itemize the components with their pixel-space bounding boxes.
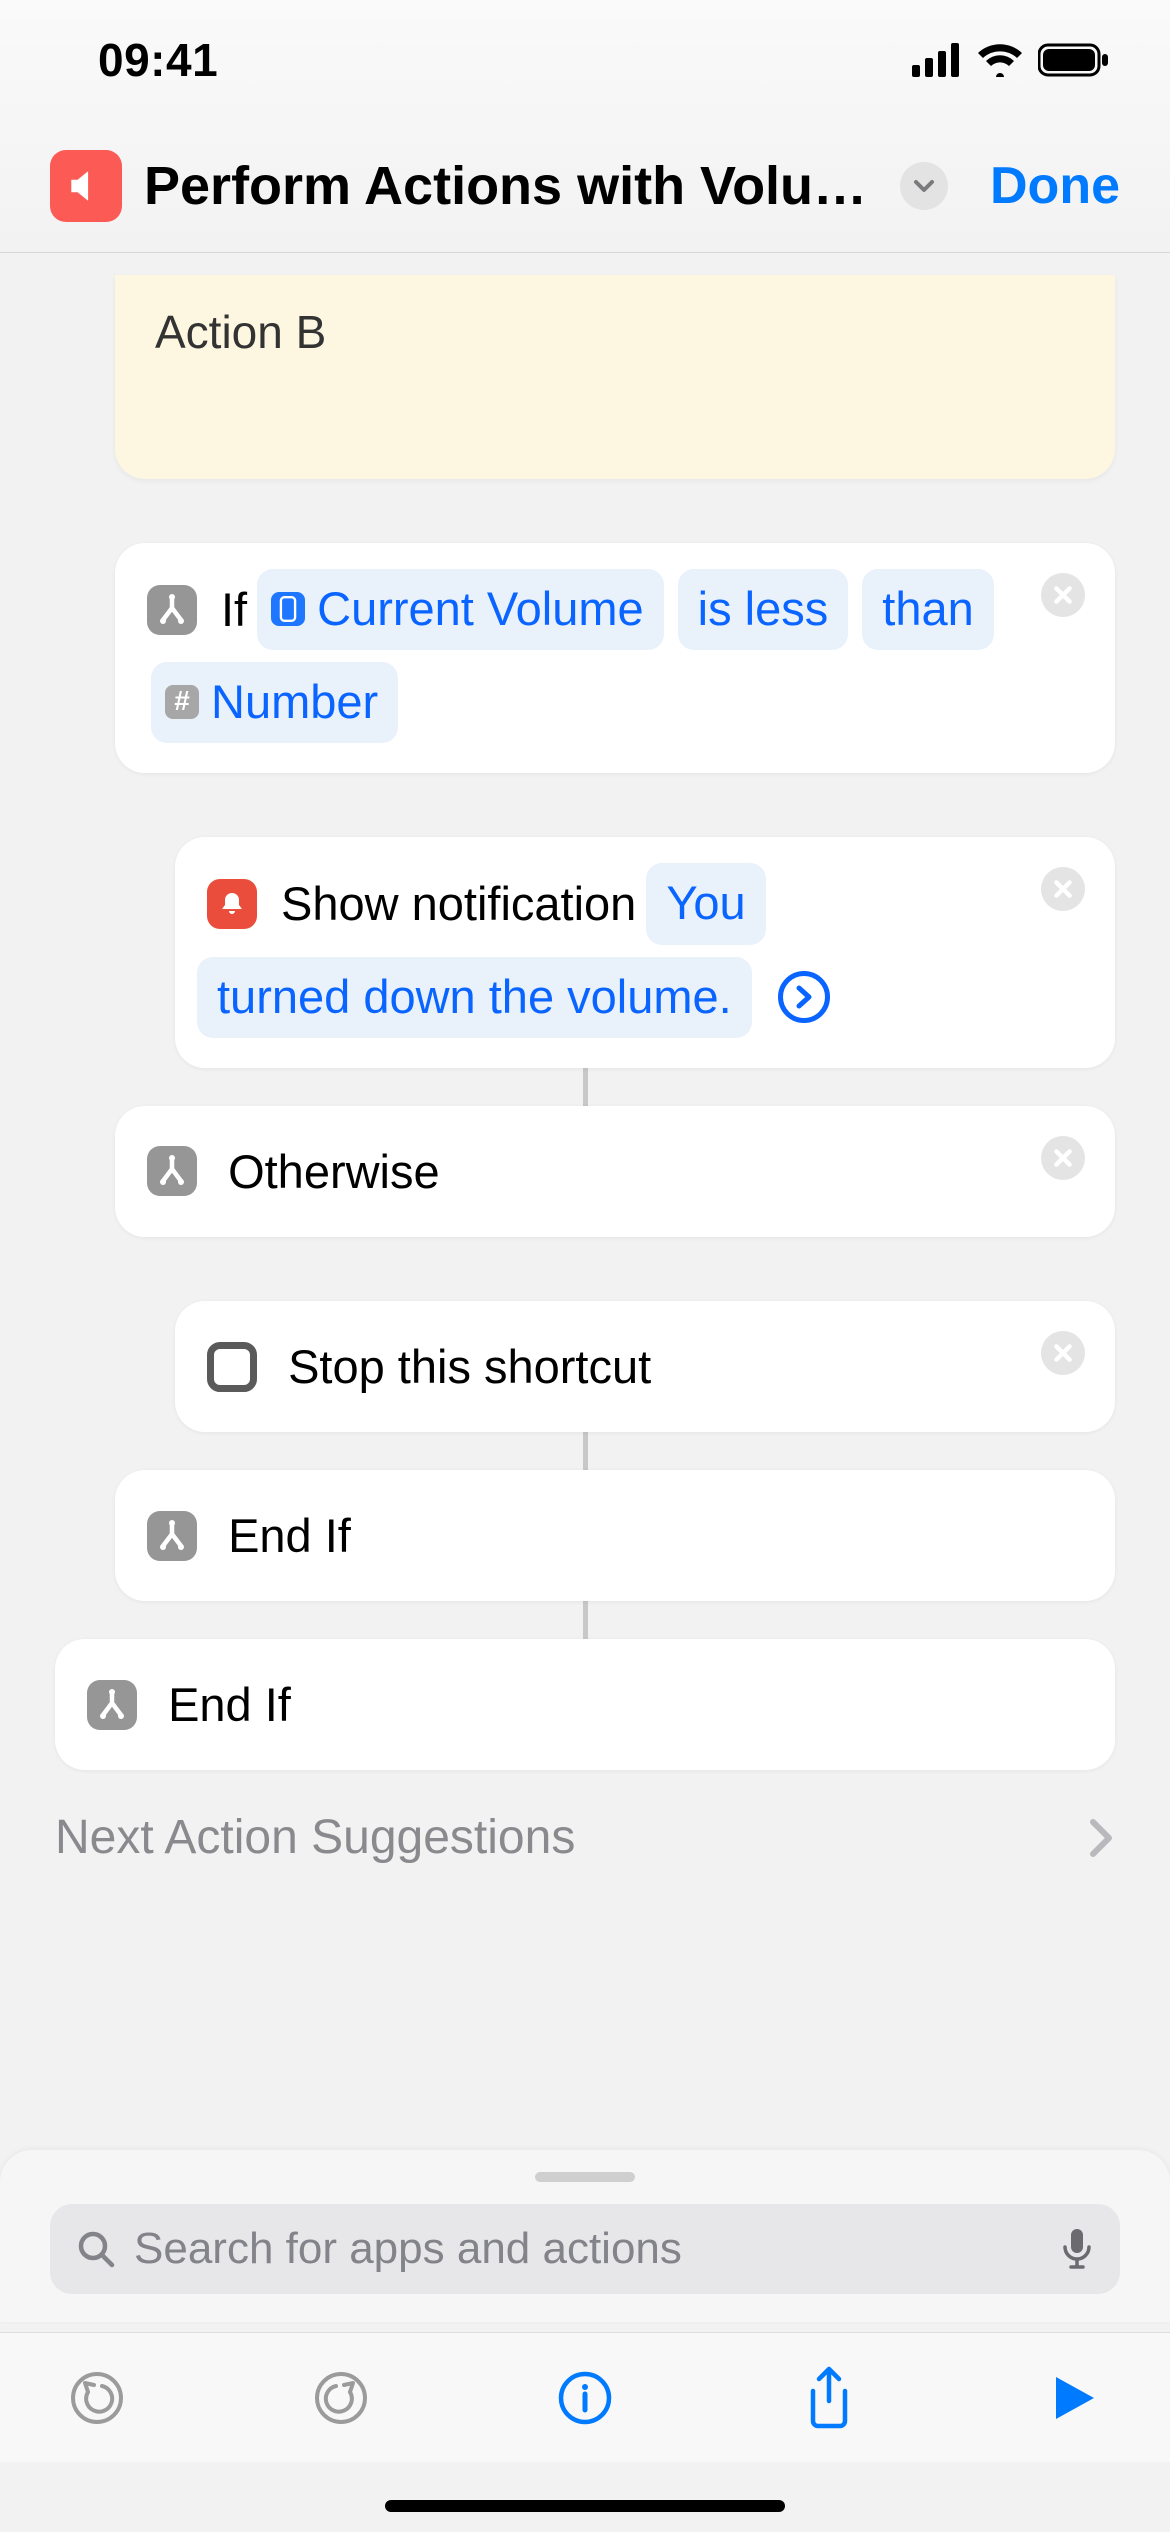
chevron-right-icon (793, 984, 815, 1010)
endif-card[interactable]: End If (115, 1470, 1115, 1601)
chevron-down-icon (912, 174, 936, 198)
title-menu-button[interactable] (900, 162, 948, 210)
undo-icon (69, 2370, 125, 2426)
remove-button[interactable] (1041, 573, 1085, 617)
done-button[interactable]: Done (970, 156, 1120, 216)
endif-card-outer[interactable]: End If (55, 1639, 1115, 1770)
message-token[interactable]: You (646, 863, 765, 944)
hash-icon: # (165, 685, 199, 719)
next-action-suggestions[interactable]: Next Action Suggestions (55, 1810, 1115, 1865)
flow-icon (147, 1511, 197, 1561)
connector (583, 1601, 588, 1639)
notification-action-card[interactable]: Show notification You turned down the vo… (175, 837, 1115, 1067)
wifi-icon (976, 43, 1024, 77)
close-icon (1052, 1147, 1074, 1169)
if-action-card[interactable]: If Current Volume is less than # Number (115, 543, 1115, 773)
flow-icon (147, 1146, 197, 1196)
cellular-icon (912, 43, 962, 77)
connector (583, 1068, 588, 1106)
status-time: 09:41 (98, 33, 218, 87)
undo-button[interactable] (62, 2363, 132, 2433)
redo-icon (313, 2370, 369, 2426)
search-icon (76, 2229, 116, 2269)
endif-label: End If (168, 1678, 291, 1731)
search-field[interactable] (50, 2204, 1120, 2294)
condition-token-2[interactable]: than (862, 569, 993, 650)
bottom-toolbar (0, 2332, 1170, 2462)
remove-button[interactable] (1041, 1331, 1085, 1375)
otherwise-label: Otherwise (228, 1145, 440, 1198)
notification-label: Show notification (281, 866, 636, 941)
variable-token-current-volume[interactable]: Current Volume (257, 569, 664, 650)
otherwise-card[interactable]: Otherwise (115, 1106, 1115, 1237)
connector (583, 1432, 588, 1470)
share-button[interactable] (794, 2363, 864, 2433)
number-token[interactable]: # Number (151, 662, 398, 743)
share-icon (802, 2365, 856, 2431)
condition-token[interactable]: is less (678, 569, 849, 650)
search-input[interactable] (134, 2224, 1042, 2274)
shortcut-canvas: Action B If Current Volume is less (0, 275, 1170, 2072)
endif-label: End If (228, 1509, 351, 1562)
suggestions-title: Next Action Suggestions (55, 1810, 575, 1865)
comment-card[interactable]: Action B (115, 275, 1115, 479)
remove-button[interactable] (1041, 1136, 1085, 1180)
message-token-2[interactable]: turned down the volume. (197, 957, 752, 1038)
shortcut-icon (50, 150, 122, 222)
run-button[interactable] (1038, 2363, 1108, 2433)
flow-icon (87, 1680, 137, 1730)
battery-icon (1038, 43, 1110, 77)
close-icon (1052, 878, 1074, 900)
flow-icon (147, 585, 197, 635)
status-bar: 09:41 (0, 0, 1170, 110)
home-indicator (385, 2500, 785, 2512)
close-icon (1052, 584, 1074, 606)
device-icon (271, 592, 305, 626)
chevron-right-icon (1085, 1816, 1115, 1860)
mic-icon[interactable] (1060, 2227, 1094, 2271)
play-icon (1046, 2371, 1100, 2425)
status-icons (912, 43, 1110, 77)
if-keyword: If (221, 572, 247, 647)
info-icon (557, 2370, 613, 2426)
expand-button[interactable] (778, 971, 830, 1023)
title-group[interactable]: Perform Actions with Volum… (50, 150, 948, 222)
nav-header: Perform Actions with Volum… Done (0, 150, 1170, 253)
close-icon (1052, 1342, 1074, 1364)
stop-label: Stop this shortcut (288, 1340, 651, 1393)
search-panel[interactable] (0, 2150, 1170, 2322)
comment-text: Action B (155, 306, 326, 358)
drag-handle[interactable] (535, 2172, 635, 2182)
bell-icon (207, 879, 257, 929)
stop-action-card[interactable]: Stop this shortcut (175, 1301, 1115, 1432)
stop-icon (207, 1342, 257, 1392)
redo-button[interactable] (306, 2363, 376, 2433)
page-title: Perform Actions with Volum… (144, 155, 878, 217)
info-button[interactable] (550, 2363, 620, 2433)
